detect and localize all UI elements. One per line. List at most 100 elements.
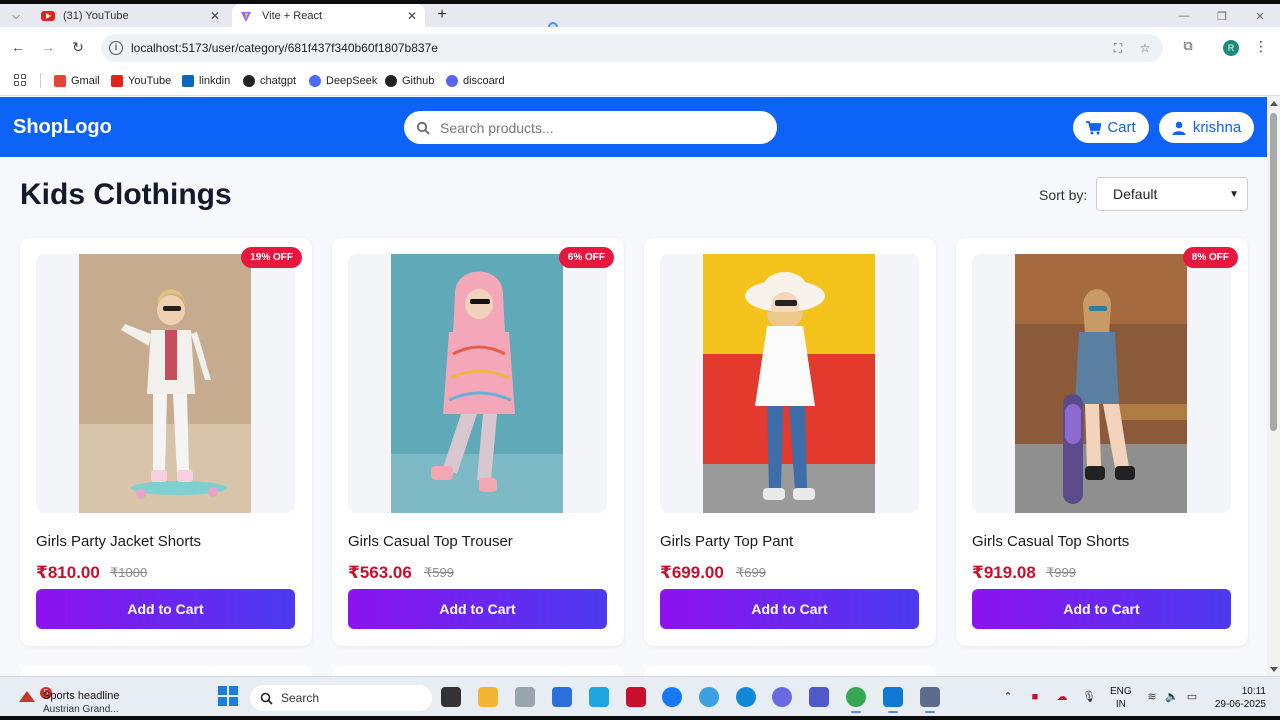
bookmark-discord[interactable]: discoard [446, 73, 505, 88]
chevron-up-icon[interactable]: ⌃ [1001, 690, 1015, 704]
reload-icon[interactable]: ↻ [69, 38, 87, 56]
product-card-partial[interactable] [644, 665, 936, 676]
facebook-icon[interactable] [662, 687, 682, 707]
shop-logo[interactable]: ShopLogo [13, 116, 112, 139]
taskbar-search[interactable]: Search [250, 685, 432, 711]
file-explorer-icon[interactable] [478, 687, 498, 707]
chevron-down-icon: ▼ [1229, 189, 1239, 200]
tab-vite-react[interactable]: Vite + React ✕ [232, 4, 425, 27]
active-indicator [888, 711, 898, 713]
bookmark-chatgpt[interactable]: chatgpt [243, 73, 296, 88]
app-icon[interactable] [515, 687, 535, 707]
product-name[interactable]: Girls Casual Top Trouser [348, 533, 513, 550]
chrome-icon[interactable] [846, 687, 866, 707]
bookmark-linkedin[interactable]: linkdin [182, 73, 230, 88]
vscode-icon[interactable] [883, 687, 903, 707]
scroll-up-icon[interactable] [1270, 101, 1278, 106]
cart-button[interactable]: Cart [1073, 112, 1149, 143]
bookmark-github[interactable]: Github [385, 73, 434, 88]
edge-icon[interactable] [736, 687, 756, 707]
product-card[interactable]: Girls Party Top Pant ₹699.00 ₹699 Add to… [644, 238, 936, 646]
close-icon[interactable]: ✕ [206, 9, 224, 23]
bookmark-star-icon[interactable]: ☆ [1138, 41, 1152, 55]
copilot-icon[interactable] [772, 687, 792, 707]
product-price: ₹919.08 [972, 563, 1036, 582]
product-image-frame [660, 254, 919, 513]
teams-icon[interactable] [809, 687, 829, 707]
scroll-down-icon[interactable] [1270, 667, 1278, 672]
youtube-icon [41, 10, 55, 21]
app-icon[interactable] [920, 687, 940, 707]
wifi-icon[interactable]: ≋ [1145, 690, 1159, 704]
product-card[interactable]: 19% OFF Girls Party Jacket Shorts ₹810.0… [20, 238, 312, 646]
product-image[interactable] [1015, 254, 1187, 513]
cloud-tray-icon[interactable]: ☁ [1055, 690, 1069, 704]
tab-search-icon[interactable]: ⌵ [6, 8, 26, 25]
product-image[interactable] [79, 254, 251, 513]
product-card-partial[interactable] [332, 665, 624, 676]
volume-icon[interactable]: 🔈 [1165, 690, 1179, 704]
sort-label: Sort by: [1039, 187, 1088, 203]
menu-icon[interactable]: ⋮ [1254, 38, 1268, 54]
bookmark-youtube[interactable]: YouTube [111, 73, 171, 88]
close-icon[interactable]: ✕ [403, 9, 421, 23]
add-to-cart-button[interactable]: Add to Cart [972, 589, 1231, 629]
scrollbar-thumb[interactable] [1270, 113, 1277, 431]
github-icon [385, 74, 397, 87]
bookmark-label: discoard [463, 74, 505, 87]
translate-icon[interactable]: ⛶ [1111, 41, 1125, 55]
page-scrollbar[interactable] [1267, 97, 1280, 676]
product-image[interactable] [703, 254, 875, 513]
product-image[interactable] [391, 254, 563, 513]
user-button[interactable]: krishna [1159, 112, 1254, 143]
bookmark-label: Github [402, 74, 435, 87]
clock-time: 10:11 [1241, 686, 1266, 697]
minimize-icon[interactable]: — [1174, 10, 1194, 22]
sort-value: Default [1113, 186, 1158, 202]
url-text[interactable]: localhost:5173/user/category/681f437f340… [131, 41, 438, 55]
new-tab-button[interactable]: + [432, 6, 452, 24]
product-card[interactable]: 8% OFF Girls Casual Top Shorts ₹919.08 ₹… [956, 238, 1248, 646]
app-icon[interactable] [589, 687, 609, 707]
address-bar[interactable]: i localhost:5173/user/category/681f437f3… [101, 34, 1163, 62]
product-name[interactable]: Girls Casual Top Shorts [972, 533, 1129, 550]
extensions-icon[interactable]: ⧉ [1180, 38, 1196, 54]
divider [40, 73, 41, 88]
add-to-cart-button[interactable]: Add to Cart [348, 589, 607, 629]
clock[interactable]: 10:11 29-06-2025 [1206, 685, 1266, 711]
bookmark-gmail[interactable]: Gmail [54, 73, 100, 88]
profile-avatar[interactable]: R [1223, 40, 1239, 56]
search-bar[interactable] [404, 111, 777, 144]
news-title: Sports headline [43, 690, 120, 702]
app-icon[interactable] [699, 687, 719, 707]
product-card[interactable]: 6% OFF Girls Casual Top Trouser ₹563.06 … [332, 238, 624, 646]
taskbar-search-label: Search [281, 691, 320, 705]
browser-toolbar: ← → ↻ i localhost:5173/user/category/681… [0, 27, 1280, 65]
news-widget[interactable]: 5 Sports headline Austrian Grand... [14, 683, 164, 715]
back-icon[interactable]: ← [9, 38, 27, 56]
microsoft-store-icon[interactable] [552, 687, 572, 707]
mcafee-tray-icon[interactable]: ■ [1028, 690, 1042, 704]
tab-youtube[interactable]: (31) YouTube ✕ [33, 4, 228, 27]
site-info-icon[interactable]: i [109, 41, 123, 55]
close-window-icon[interactable]: ✕ [1250, 10, 1270, 23]
sort-select[interactable]: Default ▼ [1096, 177, 1248, 211]
product-name[interactable]: Girls Party Jacket Shorts [36, 533, 201, 550]
product-image-frame [36, 254, 295, 513]
language-indicator[interactable]: ENG IN [1110, 685, 1132, 711]
apps-grid-icon[interactable] [14, 74, 26, 86]
windows-start-icon[interactable] [218, 686, 238, 706]
discount-badge: 6% OFF [558, 247, 614, 268]
forward-icon[interactable]: → [39, 38, 57, 56]
search-input[interactable] [440, 119, 740, 136]
mcafee-icon[interactable] [626, 687, 646, 707]
bookmark-deepseek[interactable]: DeepSeek [309, 73, 377, 88]
product-card-partial[interactable] [20, 665, 312, 676]
product-name[interactable]: Girls Party Top Pant [660, 533, 793, 550]
add-to-cart-button[interactable]: Add to Cart [36, 589, 295, 629]
task-view-icon[interactable] [441, 687, 461, 707]
microphone-icon[interactable]: 🎙 [1082, 690, 1096, 704]
maximize-icon[interactable]: ❐ [1212, 10, 1232, 23]
add-to-cart-button[interactable]: Add to Cart [660, 589, 919, 629]
battery-icon[interactable]: ▭ [1185, 690, 1199, 704]
